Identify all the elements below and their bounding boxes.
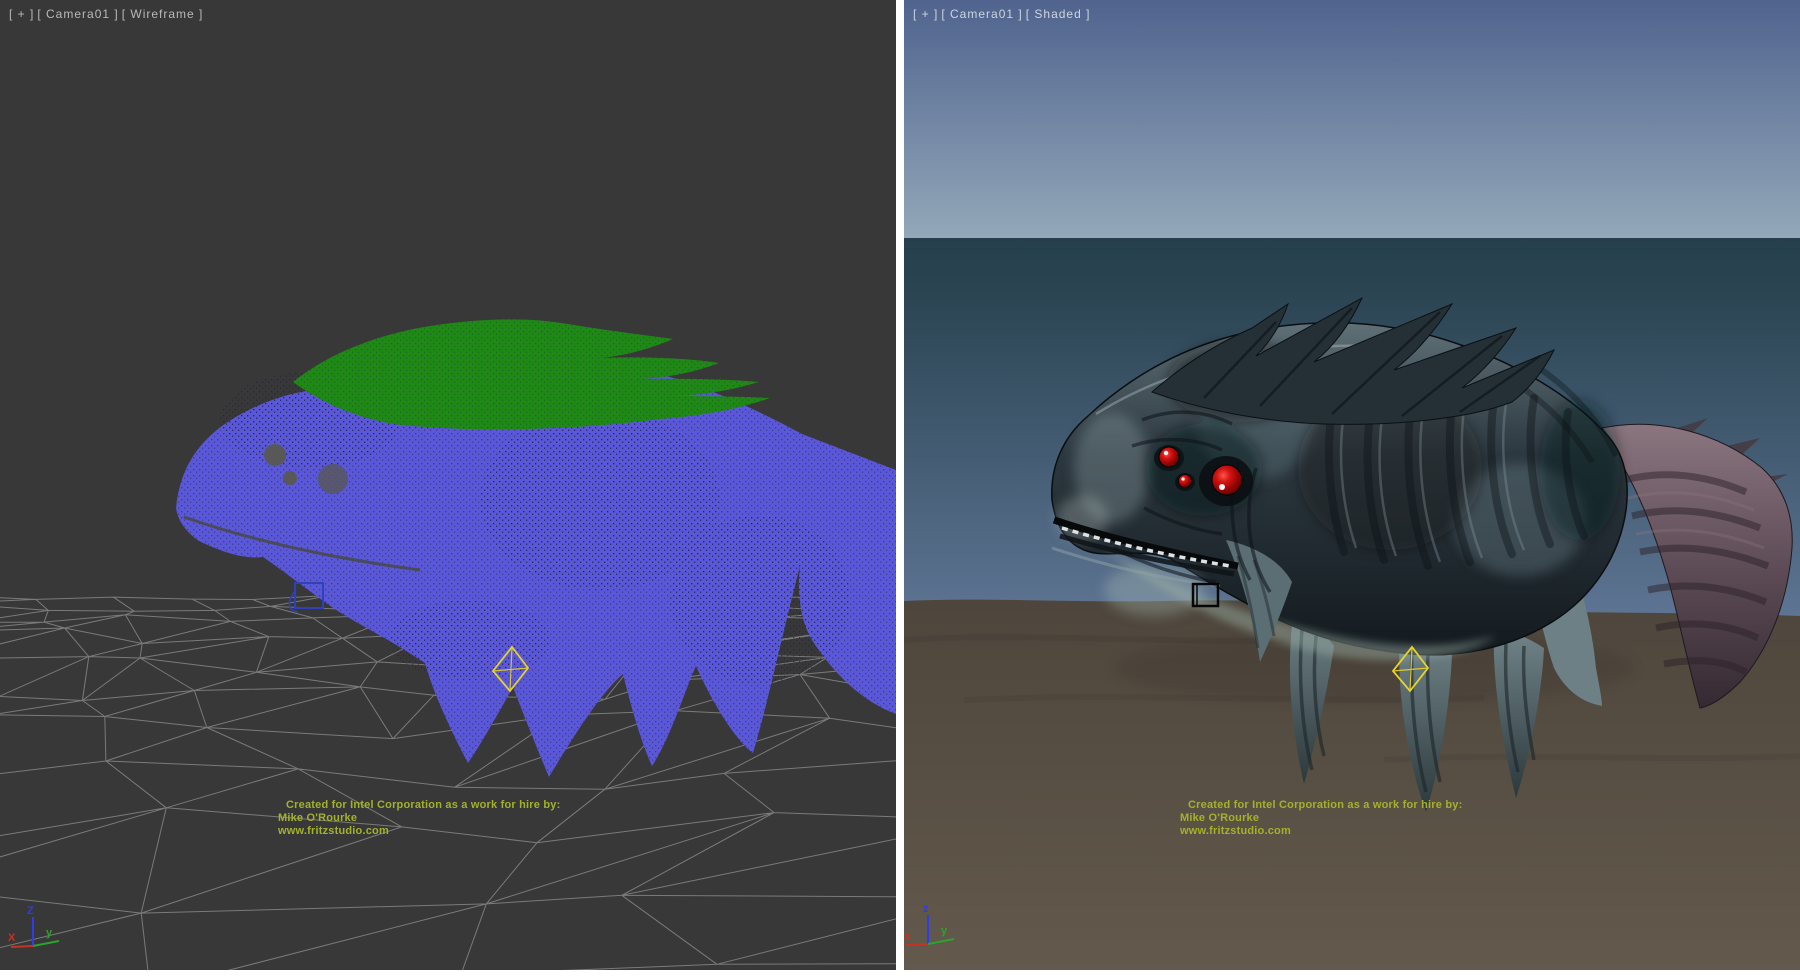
watermark-line: Mike O'Rourke	[278, 812, 560, 825]
watermark-line: www.fritzstudio.com	[278, 825, 560, 838]
watermark-line: www.fritzstudio.com	[1180, 825, 1462, 838]
watermark-line: Created for Intel Corporation as a work …	[278, 799, 560, 812]
axis-tripod: X y Z	[8, 905, 59, 947]
creature-eye	[1212, 465, 1242, 495]
watermark-right: Created for Intel Corporation as a work …	[1180, 799, 1462, 838]
viewport-wireframe[interactable]: X y Z [ + ][ Camera01 ] [ Wireframe ] Cre…	[0, 0, 896, 970]
fish-model-wireframe[interactable]	[176, 319, 896, 777]
axis-y-label: y	[46, 927, 53, 939]
viewport-menu-plus[interactable]: [ + ]	[9, 7, 34, 21]
axis-x-label: X	[8, 932, 16, 944]
axis-z-label: Z	[27, 905, 34, 917]
axis-y-line	[33, 941, 59, 946]
viewport-menu-camera[interactable]: [ Camera01 ]	[37, 7, 118, 21]
fish-eye-circle	[264, 444, 286, 466]
viewport-label-left: [ + ][ Camera01 ] [ Wireframe ]	[9, 7, 206, 21]
viewport-menu-plus[interactable]: [ + ]	[913, 7, 938, 21]
watermark-line: Mike O'Rourke	[1180, 812, 1462, 825]
eye-specular	[1219, 484, 1225, 490]
viewport-shaded[interactable]: x y z [ + ][ Camera01 ] [ Shaded ] Create…	[904, 0, 1800, 970]
sky	[904, 0, 1800, 238]
max-split-viewport-screenshot: { "viewports": { "left": { "label_segmen…	[0, 0, 1800, 978]
watermark-left: Created for Intel Corporation as a work …	[278, 799, 560, 838]
viewport-label-right: [ + ][ Camera01 ] [ Shaded ]	[913, 7, 1093, 21]
dorsal-fin-selected[interactable]	[293, 319, 770, 429]
creature-eye	[1159, 447, 1179, 467]
fish-eye-circle	[283, 471, 297, 485]
axis-z-label: z	[923, 903, 929, 915]
creature-eye	[1179, 475, 1192, 488]
axis-y-label: y	[941, 925, 948, 937]
dorsal-fin-stipple	[293, 319, 770, 429]
viewport-menu-shading[interactable]: [ Shaded ]	[1026, 7, 1091, 21]
fish-eye-circle	[318, 464, 348, 494]
eye-specular	[1181, 477, 1184, 480]
axis-x-line	[906, 944, 928, 945]
axis-x-label: x	[904, 930, 911, 942]
eye-specular	[1164, 451, 1168, 455]
axis-x-line	[11, 946, 33, 947]
viewport-menu-shading[interactable]: [ Wireframe ]	[122, 7, 204, 21]
viewport-menu-camera[interactable]: [ Camera01 ]	[941, 7, 1022, 21]
watermark-line: Created for Intel Corporation as a work …	[1180, 799, 1462, 812]
